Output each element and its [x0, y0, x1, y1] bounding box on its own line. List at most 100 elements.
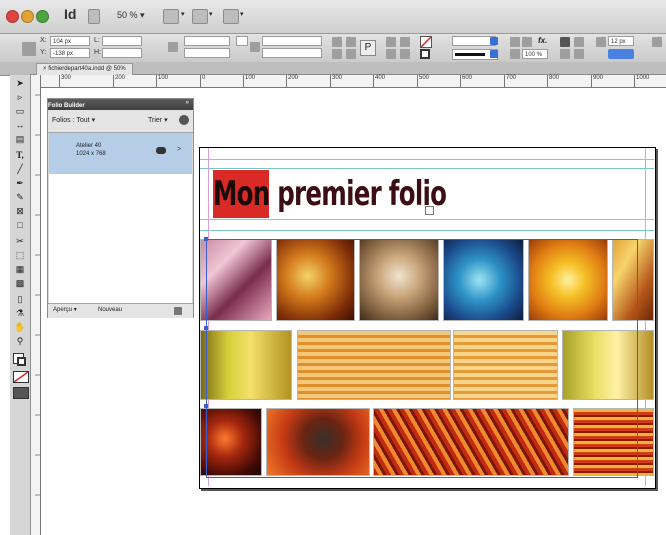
new-folio-button[interactable]: Nouveau [98, 306, 122, 315]
content-collector-icon[interactable]: ▤ [11, 133, 29, 146]
zoom-icon[interactable]: ⚲ [11, 335, 29, 348]
ruler-label: 800 [549, 75, 560, 81]
close-window-button[interactable] [6, 10, 19, 23]
page-title[interactable]: Mon premier folio [213, 170, 447, 218]
preview-button[interactable]: Aperçu ▾ [53, 306, 77, 315]
dropdown-arrow-icon[interactable] [490, 50, 498, 58]
scissors-icon[interactable]: ✂ [11, 235, 29, 248]
arrange-documents-icon[interactable] [223, 9, 239, 24]
select-previous-icon[interactable] [386, 49, 396, 59]
bridge-icon[interactable] [88, 9, 100, 24]
drop-shadow-icon[interactable] [522, 37, 532, 47]
wrap-around-icon[interactable] [574, 37, 584, 47]
ruler-tick [113, 75, 114, 87]
eyedropper-icon[interactable]: ⚗ [11, 307, 29, 320]
view-mode-icon[interactable] [13, 387, 29, 399]
flip-vertical-icon[interactable] [346, 49, 356, 59]
stroke-swatch-icon[interactable] [420, 49, 430, 59]
height-label: H: [94, 49, 101, 56]
pen-icon[interactable]: ✒ [11, 177, 29, 190]
folio-name: Atelier 40 [76, 143, 102, 149]
trash-icon[interactable] [174, 307, 182, 315]
column-icon[interactable] [596, 37, 606, 47]
panel-title-bar[interactable]: Folio Builder » [48, 99, 193, 110]
chevron-right-icon[interactable]: > [177, 146, 181, 153]
selection-frame[interactable] [206, 239, 638, 478]
ruler-tick [460, 75, 461, 87]
align-toggle[interactable] [608, 49, 634, 59]
rotation-angle-field[interactable] [236, 36, 248, 46]
text-wrap-icon[interactable] [560, 37, 570, 47]
zoom-level-dropdown[interactable]: 50 % ▾ [117, 10, 145, 21]
rotate-ccw-icon[interactable] [346, 37, 356, 47]
gap-icon[interactable]: ↔ [11, 119, 29, 132]
panel-menu-icon[interactable] [652, 37, 662, 47]
collapse-icon[interactable]: » [186, 100, 189, 106]
tools-grip[interactable] [0, 62, 30, 76]
flip-horizontal-icon[interactable] [332, 49, 342, 59]
height-field[interactable] [102, 48, 142, 58]
note-icon[interactable]: ▯ [11, 293, 29, 306]
select-next-icon[interactable] [400, 49, 410, 59]
shear-field[interactable] [262, 48, 322, 58]
fit-content-icon[interactable] [560, 49, 570, 59]
selection-handle[interactable] [204, 237, 208, 241]
opacity-field[interactable]: 100 % [522, 49, 548, 59]
opacity-icon[interactable] [510, 49, 520, 59]
scale-y-field[interactable] [184, 48, 230, 58]
free-transform-icon[interactable]: ⬚ [11, 249, 29, 262]
constrain-proportions-icon[interactable] [168, 42, 178, 52]
sort-dropdown[interactable]: Trier ▾ [148, 116, 168, 124]
rotate-cw-icon[interactable] [332, 37, 342, 47]
p-icon[interactable]: P [360, 40, 376, 56]
zoom-window-button[interactable] [36, 10, 49, 23]
x-position-field[interactable]: 104 px [50, 36, 90, 46]
folios-filter-dropdown[interactable]: Folios : Tout ▾ [52, 116, 95, 124]
y-position-field[interactable]: -138 px [50, 48, 90, 58]
scale-x-field[interactable] [184, 36, 230, 46]
rectangle-icon[interactable]: □ [11, 219, 29, 232]
horizontal-ruler[interactable]: 300 200 100 0 100 200 300 400 500 600 70… [40, 75, 666, 88]
ruler-tick [417, 75, 418, 87]
selection-icon[interactable]: ➤ [11, 77, 29, 90]
rotate-field[interactable] [262, 36, 322, 46]
page-icon[interactable]: ▭ [11, 105, 29, 118]
vertical-ruler[interactable] [30, 75, 41, 535]
fit-frame-icon[interactable] [574, 49, 584, 59]
pencil-icon[interactable]: ✎ [11, 191, 29, 204]
document-tab[interactable]: × fichierdepart40a.indd @ 50% [36, 63, 133, 75]
gradient-icon[interactable]: ▦ [11, 263, 29, 276]
rectangle-frame-icon[interactable]: ⊠ [11, 205, 29, 218]
selection-handle[interactable] [204, 326, 208, 330]
select-content-icon[interactable] [400, 37, 410, 47]
panel-options-icon[interactable] [179, 115, 189, 125]
effects-icon[interactable]: fx. [538, 36, 547, 45]
reference-point-icon[interactable] [22, 42, 36, 56]
document-tab-title: fichierdepart40a.indd @ 50% [48, 66, 126, 72]
fill-swatch-icon[interactable] [420, 36, 432, 48]
width-field[interactable] [102, 36, 142, 46]
swap-icon[interactable] [17, 357, 26, 366]
select-container-icon[interactable] [386, 37, 396, 47]
hand-icon[interactable]: ✋ [11, 321, 29, 334]
object-style-icon[interactable] [510, 37, 520, 47]
chevron-down-icon: ▾ [164, 117, 168, 124]
apply-color-icon[interactable] [13, 371, 29, 383]
ruler-tick [200, 75, 201, 87]
selection-handle[interactable] [204, 404, 208, 408]
screen-mode-icon[interactable] [192, 9, 208, 24]
direct-selection-icon[interactable]: ▹ [11, 91, 29, 104]
gradient-feather-icon[interactable]: ▩ [11, 277, 29, 290]
view-options-icon[interactable] [163, 9, 179, 24]
dropdown-arrow-icon[interactable] [490, 37, 498, 45]
ruler-tick [373, 75, 374, 87]
close-tab-icon[interactable]: × [43, 66, 47, 72]
flip-icon[interactable] [250, 42, 260, 52]
text-frame-handle-icon[interactable] [425, 206, 434, 215]
minimize-window-button[interactable] [21, 10, 34, 23]
type-icon[interactable]: T, [11, 149, 29, 162]
chevron-down-icon: ▾ [91, 117, 96, 124]
folio-list-item[interactable]: Atelier 40 1024 x 768 > [49, 133, 192, 174]
gutter-field[interactable]: 12 px [608, 36, 634, 46]
line-icon[interactable]: ╱ [11, 163, 29, 176]
